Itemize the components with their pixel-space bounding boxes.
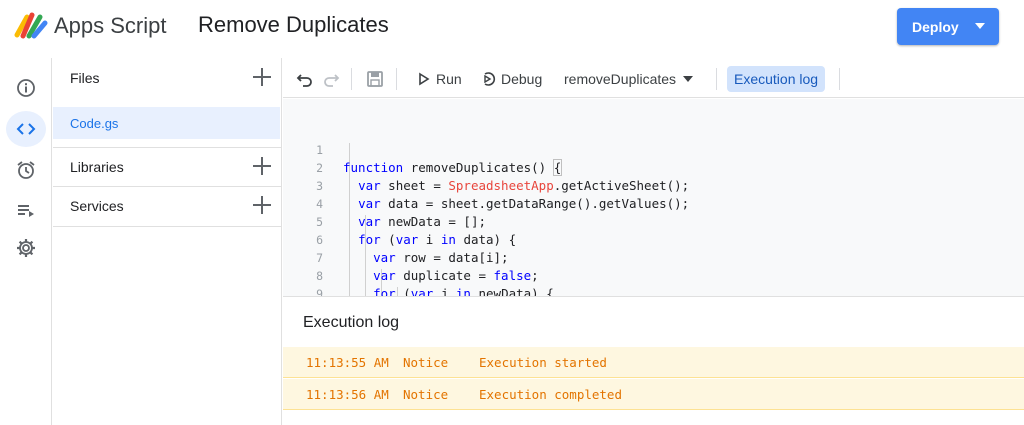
files-header: Files <box>53 58 282 98</box>
services-header: Services <box>53 186 282 226</box>
chevron-down-icon <box>975 23 985 29</box>
code-line: 5 for (var i in data) { <box>283 195 516 247</box>
code-text: var newData = []; <box>358 214 486 229</box>
code-text: var data = sheet.getDataRange().getValue… <box>358 196 690 211</box>
code-line: 6 var row = data[i]; <box>283 213 509 265</box>
run-label: Run <box>436 71 462 87</box>
code-line: 8 for (var j in newData) { <box>283 249 554 296</box>
code-text: var sheet = SpreadsheetApp.getActiveShee… <box>358 178 690 193</box>
app-header: Apps Script Remove Duplicates Deploy <box>0 0 1024 52</box>
log-entry: 11:13:55 AM Notice Execution started <box>283 347 1024 378</box>
toolbar-separator <box>396 68 397 90</box>
alarm-icon <box>17 161 35 179</box>
add-file-plus-icon[interactable] <box>252 67 272 87</box>
code-line: 9 if (row.join() == newData[j].join()) { <box>283 267 323 296</box>
code-line: 4 var newData = []; <box>283 177 486 229</box>
code-icon <box>16 123 36 135</box>
project-title[interactable]: Remove Duplicates <box>198 12 389 38</box>
run-button[interactable]: Run <box>417 66 462 92</box>
execution-log-panel: Execution log 11:13:55 AM Notice Executi… <box>283 296 1024 425</box>
info-icon <box>17 79 35 97</box>
add-service-plus-icon[interactable] <box>252 195 272 215</box>
undo-icon <box>296 74 312 87</box>
play-icon <box>419 72 430 86</box>
apps-script-logo[interactable] <box>14 11 48 39</box>
files-panel: Files Code.gs Libraries Services <box>53 58 282 425</box>
files-label: Files <box>70 70 100 86</box>
execution-log-button[interactable]: Execution log <box>727 66 826 92</box>
log-time: 11:13:56 AM <box>306 386 389 402</box>
triggers-button[interactable] <box>6 152 46 188</box>
code-text: for (var j in newData) { <box>373 286 554 296</box>
overview-button[interactable] <box>6 70 46 106</box>
code-text: for (var i in data) { <box>358 232 517 247</box>
log-level: Notice <box>403 386 449 402</box>
log-entry: 11:13:56 AM Notice Execution completed <box>283 379 1024 410</box>
deploy-label: Deploy <box>912 18 959 35</box>
toolbar-separator <box>839 68 840 90</box>
save-icon <box>367 71 383 87</box>
code-text: function removeDuplicates() { <box>343 159 563 176</box>
divider <box>53 226 282 227</box>
left-nav-rail <box>0 58 52 425</box>
log-message: Execution started <box>479 354 607 370</box>
code-line: 10 duplicate = true; <box>283 285 313 296</box>
code-line: 1 function removeDuplicates() { <box>283 123 563 176</box>
code-line: 7 var duplicate = false; <box>283 231 539 283</box>
redo-icon <box>324 74 340 87</box>
debug-button[interactable]: Debug <box>480 66 542 92</box>
log-level: Notice <box>403 354 449 370</box>
dropdown-arrow-icon <box>683 76 694 82</box>
debug-icon <box>484 72 496 86</box>
add-library-plus-icon[interactable] <box>252 156 272 176</box>
deploy-button[interactable]: Deploy <box>897 8 999 45</box>
log-time: 11:13:55 AM <box>306 354 389 370</box>
undo-button[interactable] <box>296 66 314 92</box>
code-text: var row = data[i]; <box>373 250 509 265</box>
code-line: 3 var data = sheet.getDataRange().getVal… <box>283 159 689 211</box>
file-item-code-gs[interactable]: Code.gs <box>53 107 280 139</box>
code-text: var duplicate = false; <box>373 268 539 283</box>
executions-button[interactable] <box>6 192 46 228</box>
libraries-label: Libraries <box>70 159 124 175</box>
gear-icon <box>17 239 35 257</box>
code-editor[interactable]: 1 function removeDuplicates() { 2 var sh… <box>283 99 1024 296</box>
executions-icon <box>18 205 34 217</box>
toolbar-separator <box>716 68 717 90</box>
app-name: Apps Script <box>54 13 167 38</box>
settings-button[interactable] <box>6 230 46 266</box>
function-select-value: removeDuplicates <box>564 71 677 87</box>
libraries-header: Libraries <box>53 147 282 187</box>
debug-label: Debug <box>501 71 543 87</box>
services-label: Services <box>70 198 124 214</box>
execution-log-title: Execution log <box>303 314 400 331</box>
log-message: Execution completed <box>479 386 622 402</box>
toolbar-separator <box>351 68 352 90</box>
redo-button[interactable] <box>322 66 340 92</box>
function-select[interactable]: removeDuplicates <box>564 66 694 92</box>
editor-toolbar: Run Debug removeDuplicates Execution log <box>283 58 1024 98</box>
save-button[interactable] <box>366 66 384 92</box>
code-line: 2 var sheet = SpreadsheetApp.getActiveSh… <box>283 141 689 193</box>
editor-button[interactable] <box>6 111 46 147</box>
